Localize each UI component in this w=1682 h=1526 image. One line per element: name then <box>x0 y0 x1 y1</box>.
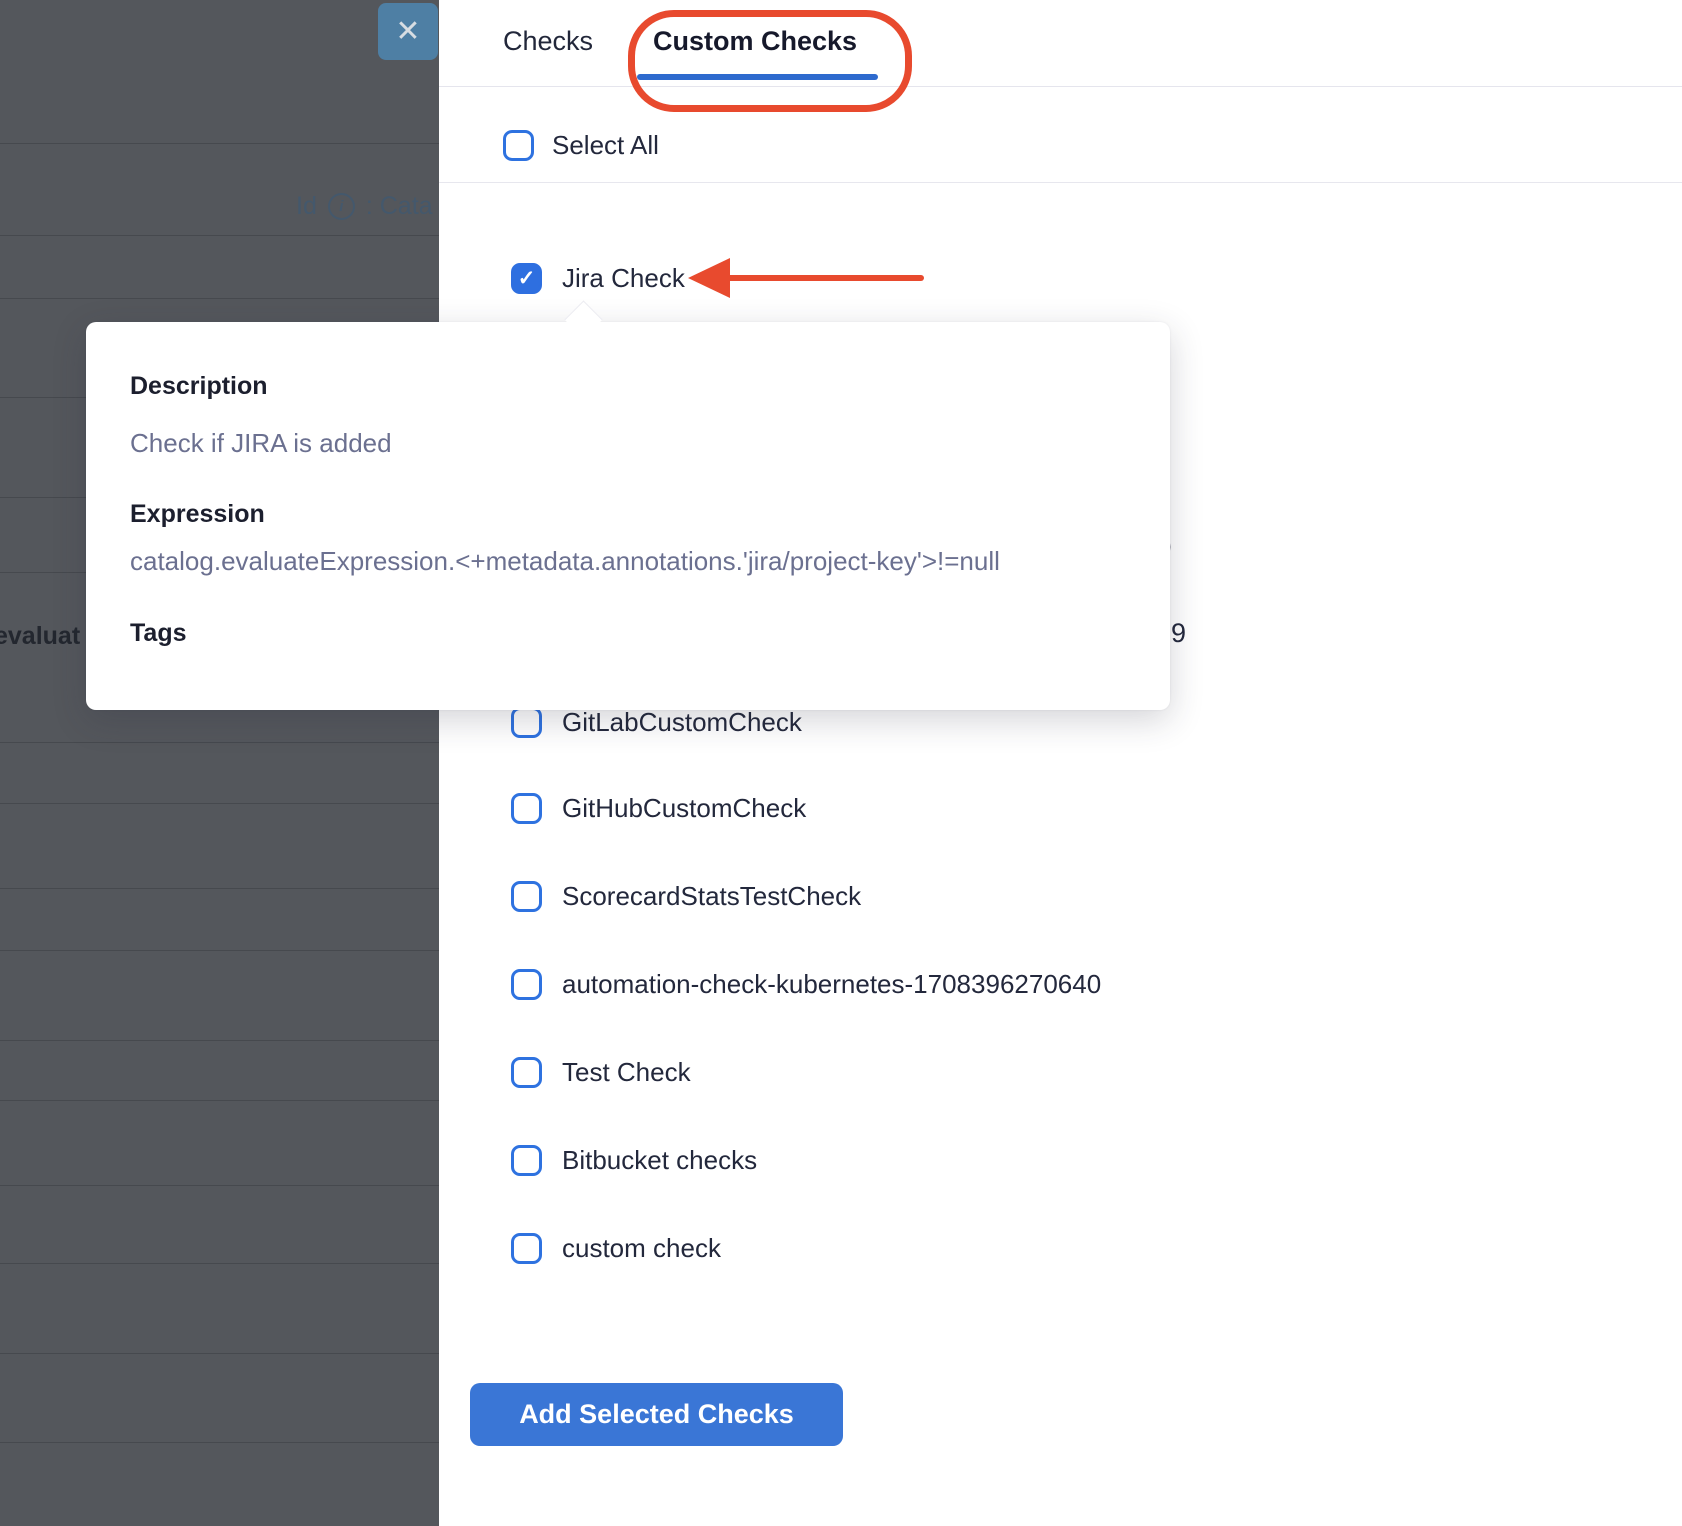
check-item-label: automation-check-kubernetes-170839627064… <box>562 968 1101 1000</box>
check-item-jira-check[interactable]: ✓ Jira Check <box>511 262 685 294</box>
tooltip-description-label: Description <box>130 370 1130 402</box>
table-row-divider <box>0 1353 439 1354</box>
close-button[interactable]: ✕ <box>378 3 438 60</box>
table-row-divider <box>0 1100 439 1101</box>
background-text-fragment: evaluat <box>0 622 80 651</box>
check-item-automation-check-kubernetes[interactable]: automation-check-kubernetes-170839627064… <box>511 968 1101 1000</box>
checkbox[interactable] <box>511 707 542 738</box>
table-row-divider <box>0 803 439 804</box>
table-row-divider <box>0 1263 439 1264</box>
id-filter-value: : Cata <box>366 192 433 221</box>
check-item-bitbucket-checks[interactable]: Bitbucket checks <box>511 1144 757 1176</box>
table-row-divider <box>0 742 439 743</box>
select-all-row[interactable]: Select All <box>503 129 659 161</box>
check-item-test-check[interactable]: Test Check <box>511 1056 691 1088</box>
tab-custom-checks[interactable]: Custom Checks <box>653 26 857 57</box>
tooltip-expression-label: Expression <box>130 498 1130 530</box>
checkbox[interactable] <box>511 881 542 912</box>
select-all-label: Select All <box>552 129 659 161</box>
table-row-divider <box>0 143 439 144</box>
table-row-divider <box>0 1442 439 1443</box>
checkbox[interactable] <box>511 1233 542 1264</box>
info-icon: i <box>328 193 355 220</box>
check-item-label: custom check <box>562 1232 721 1264</box>
check-item-gitlabcustomcheck[interactable]: GitLabCustomCheck <box>511 706 802 738</box>
close-icon: ✕ <box>395 15 420 48</box>
check-item-label: GitHubCustomCheck <box>562 792 806 824</box>
id-filter-label: Id <box>296 192 317 221</box>
check-icon: ✓ <box>518 266 536 291</box>
select-all-divider <box>439 182 1682 183</box>
check-item-label: GitLabCustomCheck <box>562 706 802 738</box>
checkbox[interactable] <box>511 969 542 1000</box>
check-item-githubcustomcheck[interactable]: GitHubCustomCheck <box>511 792 806 824</box>
check-item-label: Bitbucket checks <box>562 1144 757 1176</box>
table-row-divider <box>0 1185 439 1186</box>
checkbox-checked[interactable]: ✓ <box>511 263 542 294</box>
add-selected-checks-button[interactable]: Add Selected Checks <box>470 1383 843 1446</box>
checkbox[interactable] <box>511 793 542 824</box>
tooltip-tags-label: Tags <box>130 617 1130 649</box>
tabbar-divider <box>439 86 1682 87</box>
check-item-label: Jira Check <box>562 262 685 294</box>
check-item-custom-check[interactable]: custom check <box>511 1232 721 1264</box>
check-tooltip: Description Check if JIRA is added Expre… <box>86 322 1170 710</box>
tab-checks[interactable]: Checks <box>503 26 593 57</box>
check-item-scorecardstatstestcheck[interactable]: ScorecardStatsTestCheck <box>511 880 861 912</box>
dimmed-backdrop: Id i : Cata evaluat <box>0 0 439 1526</box>
tooltip-expression-text: catalog.evaluateExpression.<+metadata.an… <box>130 545 1130 577</box>
table-row-divider <box>0 1040 439 1041</box>
obscured-item-fragment: 9 <box>1171 617 1186 649</box>
check-item-label: Test Check <box>562 1056 691 1088</box>
tooltip-description-text: Check if JIRA is added <box>130 427 1130 459</box>
checkbox[interactable] <box>511 1057 542 1088</box>
checkbox[interactable] <box>511 1145 542 1176</box>
table-row-divider <box>0 235 439 236</box>
select-all-checkbox[interactable] <box>503 130 534 161</box>
check-item-label: ScorecardStatsTestCheck <box>562 880 861 912</box>
screen: Id i : Cata evaluat ✕ Checks Custom Chec… <box>0 0 1682 1526</box>
table-row-divider <box>0 950 439 951</box>
table-row-divider <box>0 298 439 299</box>
checks-drawer-panel <box>439 0 1682 1526</box>
background-id-filter: Id i : Cata <box>296 192 433 221</box>
active-tab-underline <box>637 74 878 80</box>
table-row-divider <box>0 888 439 889</box>
